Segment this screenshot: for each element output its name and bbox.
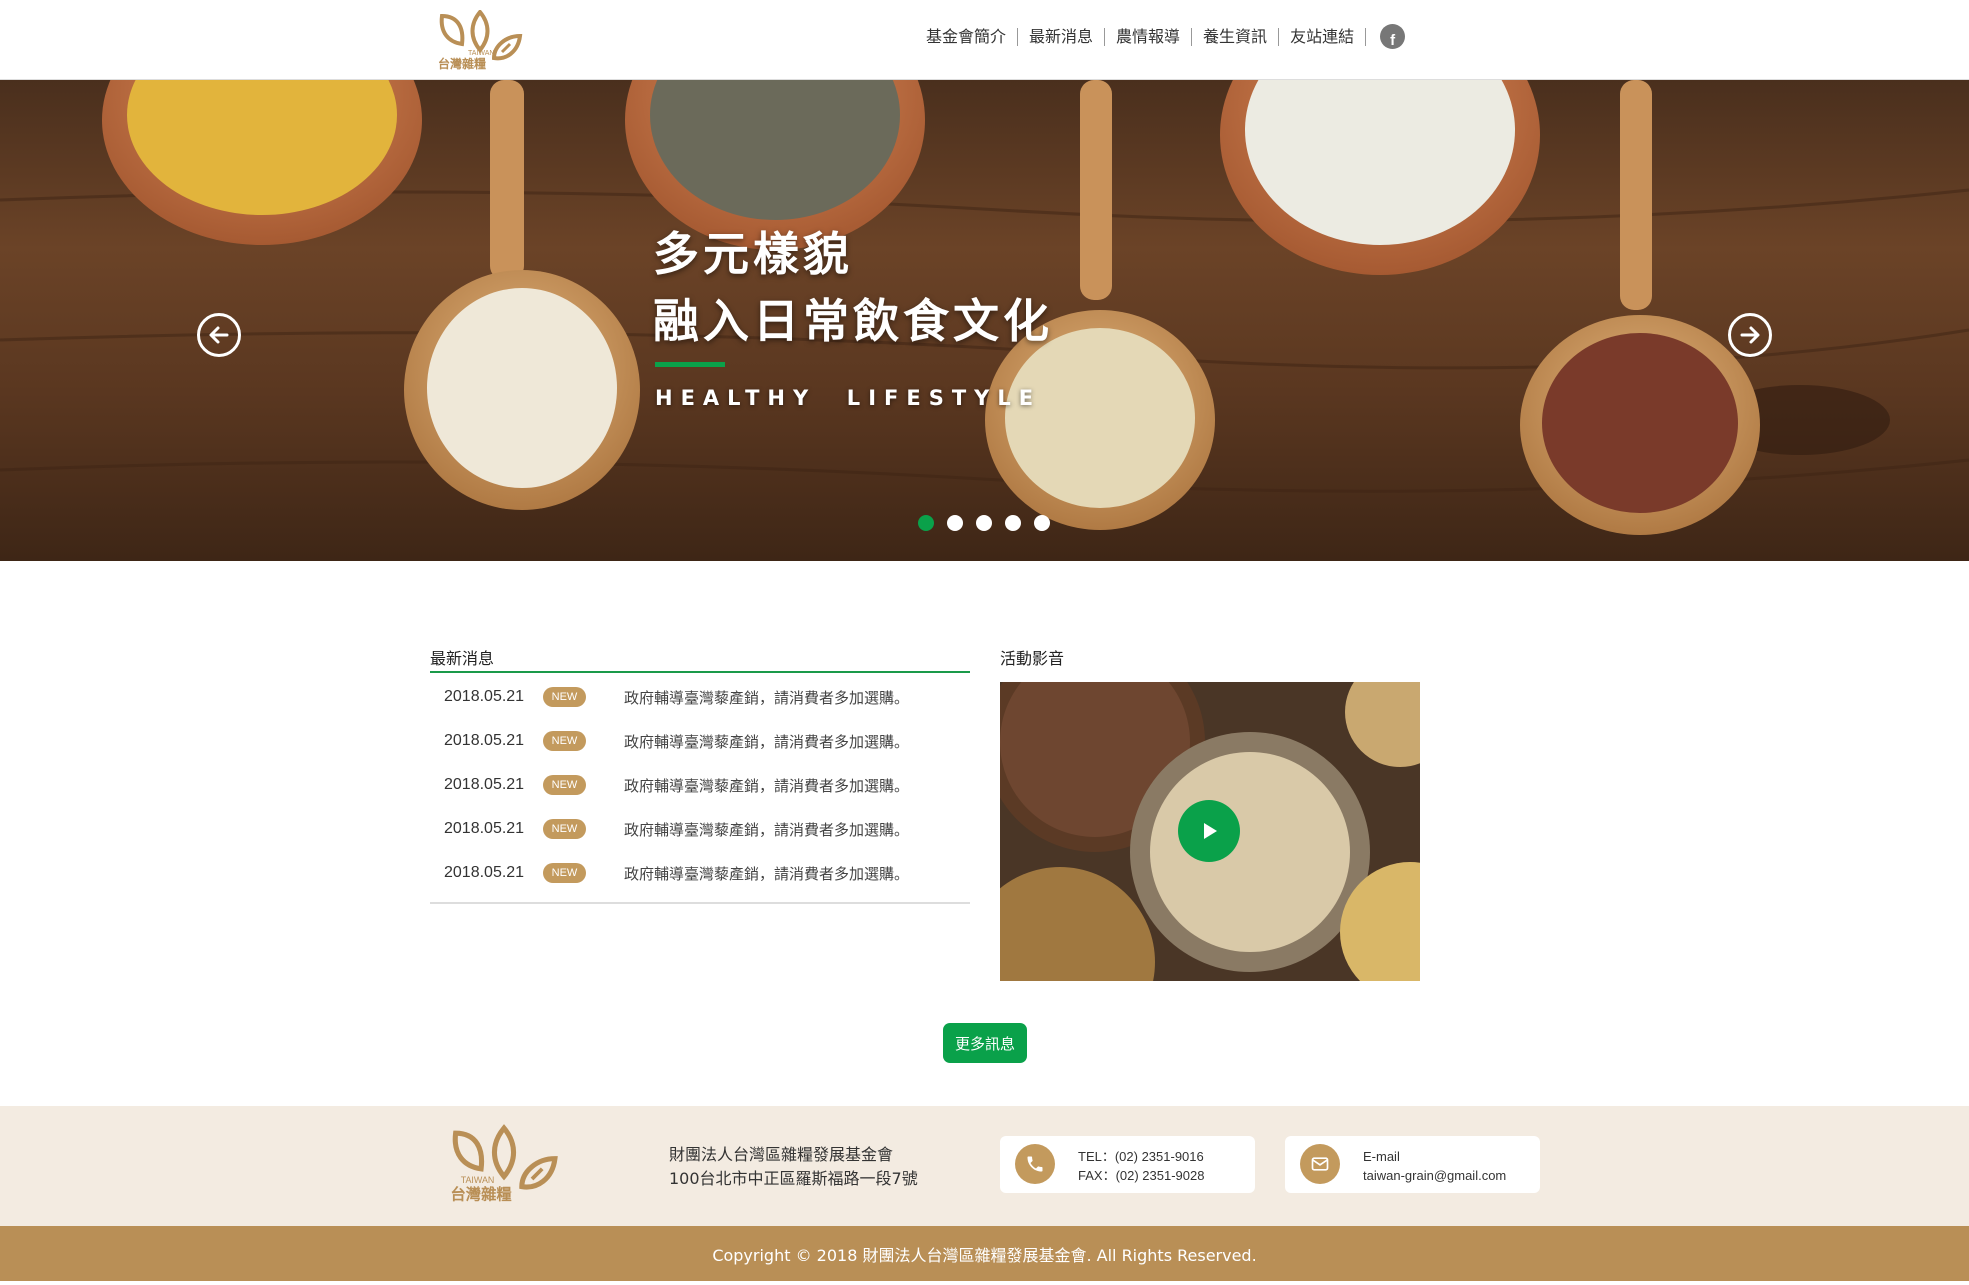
footer-logo-text-zh: 台灣雜糧: [451, 1185, 512, 1203]
email-card: E-mail taiwan-grain@gmail.com: [1285, 1136, 1540, 1193]
play-icon: [1204, 823, 1217, 839]
hero-accent-line: [655, 362, 725, 367]
footer-logo-text-en: TAIWAN: [461, 1175, 495, 1185]
phone-card: TEL：(02) 2351-9016 FAX：(02) 2351-9028: [1000, 1136, 1255, 1193]
news-title[interactable]: 政府輔導臺灣藜產銷，請消費者多加選購。: [624, 819, 909, 840]
site-footer: TAIWAN 台灣雜糧 財團法人台灣區雜糧發展基金會 100台北市中正區羅斯福路…: [0, 1106, 1969, 1226]
arrow-right-icon: [1740, 326, 1760, 344]
news-date: 2018.05.21: [444, 688, 525, 705]
email-label: E-mail: [1363, 1149, 1400, 1164]
arrow-left-icon: [209, 326, 229, 344]
play-button[interactable]: [1178, 800, 1240, 862]
mail-icon: [1300, 1144, 1340, 1184]
more-news-button[interactable]: 更多訊息: [943, 1023, 1027, 1063]
video-heading: 活動影音: [1000, 649, 1065, 668]
footer-org-info: 財團法人台灣區雜糧發展基金會 100台北市中正區羅斯福路一段7號: [669, 1143, 918, 1191]
email-details: E-mail taiwan-grain@gmail.com: [1363, 1147, 1506, 1185]
news-divider: [430, 671, 970, 673]
slider-dot-2[interactable]: [947, 515, 963, 531]
news-item[interactable]: 2018.05.21 NEW 政府輔導臺灣藜產銷，請消費者多加選購。: [430, 807, 970, 851]
news-title[interactable]: 政府輔導臺灣藜產銷，請消費者多加選購。: [624, 775, 909, 796]
site-header: TAIWAN 台灣雜糧 基金會簡介 最新消息 農情報導 養生資訊 友站連結 f: [0, 0, 1969, 80]
slider-dot-4[interactable]: [1005, 515, 1021, 531]
footer-logo[interactable]: TAIWAN 台灣雜糧: [448, 1124, 560, 1206]
news-heading: 最新消息: [430, 649, 495, 668]
slider-prev-button[interactable]: [197, 313, 241, 357]
hero-slider: 多元樣貌 融入日常飲食文化 HEALTHY LIFESTYLE: [0, 80, 1969, 561]
news-date: 2018.05.21: [444, 864, 525, 881]
news-date: 2018.05.21: [444, 820, 525, 837]
news-item[interactable]: 2018.05.21 NEW 政府輔導臺灣藜產銷，請消費者多加選購。: [430, 719, 970, 763]
news-date: 2018.05.21: [444, 776, 525, 793]
nav-item-links[interactable]: 友站連結: [1279, 27, 1367, 46]
email-address[interactable]: taiwan-grain@gmail.com: [1363, 1166, 1506, 1185]
slider-dot-1[interactable]: [918, 515, 934, 531]
hero-subtitle: HEALTHY LIFESTYLE: [655, 386, 1042, 410]
new-badge: NEW: [543, 775, 586, 795]
nav-item-agri-report[interactable]: 農情報導: [1105, 27, 1193, 46]
new-badge: NEW: [543, 819, 586, 839]
hero-title-line2: 融入日常飲食文化: [653, 294, 1053, 348]
nav-item-news[interactable]: 最新消息: [1018, 27, 1106, 46]
tel-number[interactable]: TEL：(02) 2351-9016: [1078, 1147, 1204, 1166]
site-logo[interactable]: TAIWAN 台灣雜糧: [436, 10, 524, 72]
new-badge: NEW: [543, 731, 586, 751]
news-title[interactable]: 政府輔導臺灣藜產銷，請消費者多加選購。: [624, 731, 909, 752]
video-thumbnail[interactable]: [1000, 682, 1420, 981]
logo-text-zh: 台灣雜糧: [438, 56, 486, 71]
nav-item-health-info[interactable]: 養生資訊: [1192, 27, 1280, 46]
phone-icon: [1015, 1144, 1055, 1184]
org-name: 財團法人台灣區雜糧發展基金會: [669, 1145, 894, 1164]
org-address: 100台北市中正區羅斯福路一段7號: [669, 1169, 918, 1188]
slider-dot-3[interactable]: [976, 515, 992, 531]
slider-next-button[interactable]: [1728, 313, 1772, 357]
new-badge: NEW: [543, 863, 586, 883]
nav-item-about[interactable]: 基金會簡介: [915, 27, 1019, 46]
news-date: 2018.05.21: [444, 732, 525, 749]
news-list: 2018.05.21 NEW 政府輔導臺灣藜產銷，請消費者多加選購。 2018.…: [430, 675, 970, 895]
copyright-bar: Copyright © 2018 財團法人台灣區雜糧發展基金會. All Rig…: [0, 1226, 1969, 1281]
news-item[interactable]: 2018.05.21 NEW 政府輔導臺灣藜產銷，請消費者多加選購。: [430, 675, 970, 719]
slider-dots: [918, 515, 1050, 531]
news-item[interactable]: 2018.05.21 NEW 政府輔導臺灣藜產銷，請消費者多加選購。: [430, 851, 970, 895]
news-title[interactable]: 政府輔導臺灣藜產銷，請消費者多加選購。: [624, 687, 909, 708]
logo-text-en: TAIWAN: [468, 50, 494, 57]
hero-title-line1: 多元樣貌: [653, 227, 853, 281]
fax-number: FAX：(02) 2351-9028: [1078, 1168, 1205, 1183]
facebook-icon[interactable]: f: [1380, 24, 1406, 49]
phone-details: TEL：(02) 2351-9016 FAX：(02) 2351-9028: [1078, 1147, 1204, 1185]
news-bottom-divider: [430, 902, 970, 904]
slider-dot-5[interactable]: [1034, 515, 1050, 531]
main-nav: 基金會簡介 最新消息 農情報導 養生資訊 友站連結 f: [915, 24, 1406, 49]
news-item[interactable]: 2018.05.21 NEW 政府輔導臺灣藜產銷，請消費者多加選購。: [430, 763, 970, 807]
news-title[interactable]: 政府輔導臺灣藜產銷，請消費者多加選購。: [624, 863, 909, 884]
new-badge: NEW: [543, 687, 586, 707]
